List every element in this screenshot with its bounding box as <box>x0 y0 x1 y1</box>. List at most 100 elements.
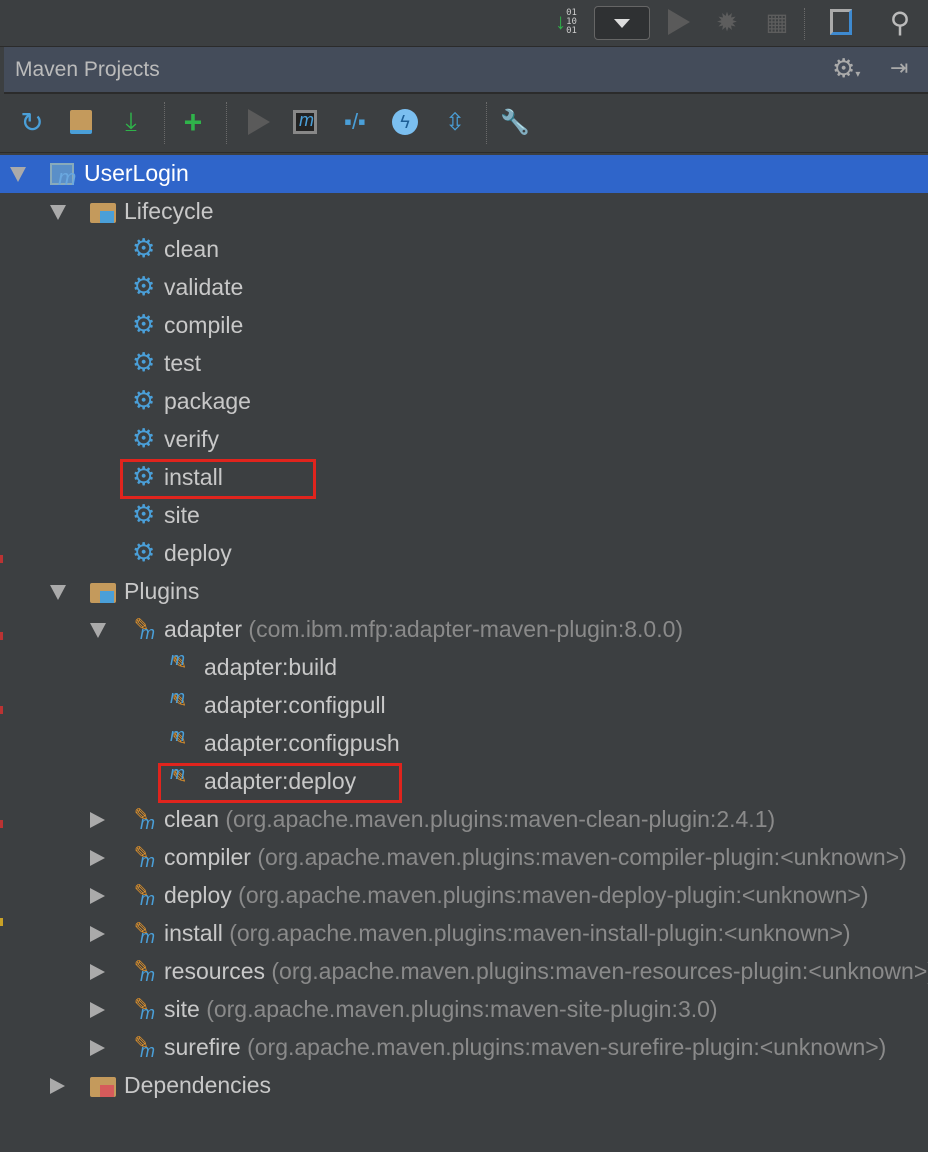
tree-item-name: site <box>164 996 200 1022</box>
collapsed-arrow-icon[interactable] <box>90 812 105 828</box>
tree-item[interactable]: ⚙ clean <box>0 231 928 269</box>
maven-settings-icon[interactable]: 🔧 <box>500 107 530 137</box>
tree-item[interactable]: Lifecycle <box>0 193 928 231</box>
tree-item[interactable]: m UserLogin <box>0 155 928 193</box>
collapsed-arrow-icon[interactable] <box>90 926 105 942</box>
reimport-icon[interactable]: ↻ <box>17 107 47 138</box>
tree-item[interactable]: ✎ m adapter:build <box>0 649 928 687</box>
plugin-icon: ✎ m <box>134 615 155 643</box>
gear-icon: ⚙ <box>132 537 156 567</box>
tree-item[interactable]: ⚙ compile <box>0 307 928 345</box>
plugin-icon: ✎ m <box>134 843 155 871</box>
tree-item[interactable]: ✎ m clean (org.apache.maven.plugins:maven-… <box>0 801 928 839</box>
run-config-dropdown[interactable] <box>594 6 650 40</box>
debug-icon[interactable]: ✹ <box>712 6 742 38</box>
tree-item[interactable]: ⚙ install <box>0 459 928 499</box>
tree-item[interactable]: ⚙ deploy <box>0 535 928 573</box>
plugin-icon: ✎ m <box>134 957 155 985</box>
tree-item-name: test <box>164 350 202 376</box>
gear-icon: ⚙ <box>132 271 156 301</box>
highlight-box <box>120 459 316 499</box>
tree-item-detail: (com.ibm.mfp:adapter-maven-plugin:8.0.0) <box>248 616 684 642</box>
tree-item-label: site (org.apache.maven.plugins:maven-sit… <box>164 996 718 1023</box>
tree-item-label: adapter:configpull <box>204 692 386 719</box>
tree-item-detail: (org.apache.maven.plugins:maven-clean-pl… <box>225 806 776 832</box>
goal-icon: ✎ m <box>170 725 188 749</box>
plugin-icon: ✎ m <box>134 919 155 947</box>
collapsed-arrow-icon[interactable] <box>90 850 105 866</box>
tree-item[interactable]: ✎ m site (org.apache.maven.plugins:maven-s… <box>0 991 928 1029</box>
skip-tests-icon[interactable]: ϟ <box>390 107 420 137</box>
tree-item-label: Plugins <box>124 578 199 605</box>
maven-project-icon: m <box>50 161 76 190</box>
tree-item[interactable]: ✎ m resources (org.apache.maven.plugins:ma… <box>0 953 928 991</box>
tree-item[interactable]: ⚙ validate <box>0 269 928 307</box>
gear-icon[interactable]: ⚙▾ <box>832 53 860 84</box>
tree-item-label: install (org.apache.maven.plugins:maven-… <box>164 920 851 947</box>
generate-sources-icon[interactable] <box>66 107 96 137</box>
download-sources-icon[interactable]: ⤓ <box>116 106 146 137</box>
hide-panel-icon[interactable]: ⇥ <box>890 55 908 81</box>
tree-item-name: verify <box>164 426 219 452</box>
run-icon[interactable] <box>666 6 692 38</box>
tree-item[interactable]: ✎ m install (org.apache.maven.plugins:mave… <box>0 915 928 953</box>
gear-icon: ⚙ <box>132 233 156 263</box>
tree-item-label: adapter:configpush <box>204 730 400 757</box>
chevron-down-icon <box>614 18 630 28</box>
tree-item[interactable]: ✎ m deploy (org.apache.maven.plugins:maven… <box>0 877 928 915</box>
tree-item-name: install <box>164 920 223 946</box>
expanded-arrow-icon[interactable] <box>50 585 66 600</box>
coverage-icon[interactable]: ▦ <box>762 6 792 38</box>
tree-item[interactable]: Dependencies <box>0 1067 928 1105</box>
run-build-icon[interactable] <box>244 107 274 137</box>
tree-item-name: deploy <box>164 540 232 566</box>
download-binary-icon[interactable]: ↓ 01 10 01 <box>548 6 584 38</box>
tree-item-label: resources (org.apache.maven.plugins:mave… <box>164 958 928 985</box>
tree-item[interactable]: Plugins <box>0 573 928 611</box>
collapsed-arrow-icon[interactable] <box>90 964 105 980</box>
panel-header: Maven Projects ⚙▾ ⇥ <box>4 47 928 94</box>
search-icon[interactable]: ⚲ <box>882 6 918 38</box>
tree-item-label: test <box>164 350 201 377</box>
collapsed-arrow-icon[interactable] <box>50 1078 65 1094</box>
tree-item-name: resources <box>164 958 265 984</box>
collapsed-arrow-icon[interactable] <box>90 1040 105 1056</box>
tree-item-name: adapter:build <box>204 654 337 680</box>
tree-item[interactable]: ⚙ verify <box>0 421 928 459</box>
tree-item-name: deploy <box>164 882 232 908</box>
tree-item-detail: (org.apache.maven.plugins:maven-deploy-p… <box>238 882 869 908</box>
execute-goal-icon[interactable]: m <box>290 107 320 137</box>
tree-item-label: adapter:build <box>204 654 337 681</box>
collapsed-arrow-icon[interactable] <box>90 888 105 904</box>
tree-item[interactable]: ⚙ site <box>0 497 928 535</box>
goal-icon: ✎ m <box>170 687 188 711</box>
tree-item[interactable]: ✎ m adapter:configpush <box>0 725 928 763</box>
collapsed-arrow-icon[interactable] <box>90 1002 105 1018</box>
tree-item-name: clean <box>164 806 219 832</box>
tree-item-label: compiler (org.apache.maven.plugins:maven… <box>164 844 907 871</box>
tree-item[interactable]: ⚙ package <box>0 383 928 421</box>
tree-item-name: Dependencies <box>124 1072 272 1098</box>
tree-item-label: clean <box>164 236 219 263</box>
tree-item-detail: (org.apache.maven.plugins:maven-resource… <box>271 958 928 984</box>
tree-item[interactable]: ✎ m surefire (org.apache.maven.plugins:mav… <box>0 1029 928 1067</box>
tree-item-name: compile <box>164 312 244 338</box>
tree-item-name: adapter <box>164 616 243 642</box>
expanded-arrow-icon[interactable] <box>90 623 106 638</box>
tree-item[interactable]: ⚙ test <box>0 345 928 383</box>
expanded-arrow-icon[interactable] <box>50 205 66 220</box>
tree-item[interactable]: ✎ m adapter (com.ibm.mfp:adapter-maven-plu… <box>0 611 928 649</box>
tree-item-name: validate <box>164 274 244 300</box>
tree-item-label: Dependencies <box>124 1072 271 1099</box>
tree-item-label: surefire (org.apache.maven.plugins:maven… <box>164 1034 886 1061</box>
expanded-arrow-icon[interactable] <box>10 167 26 182</box>
tree-item[interactable]: ✎ m adapter:configpull <box>0 687 928 725</box>
toggle-offline-icon[interactable]: ▪/▪ <box>340 107 370 137</box>
collapse-all-icon[interactable]: ⇳ <box>440 107 470 137</box>
tree-item-name: site <box>164 502 200 528</box>
add-project-icon[interactable]: + <box>178 104 208 140</box>
project-structure-icon[interactable] <box>824 6 858 38</box>
tree-item[interactable]: ✎ m compiler (org.apache.maven.plugins:mav… <box>0 839 928 877</box>
tree-item[interactable]: ✎ m adapter:deploy <box>0 763 928 803</box>
tree-item-detail: (org.apache.maven.plugins:maven-site-plu… <box>206 996 718 1022</box>
